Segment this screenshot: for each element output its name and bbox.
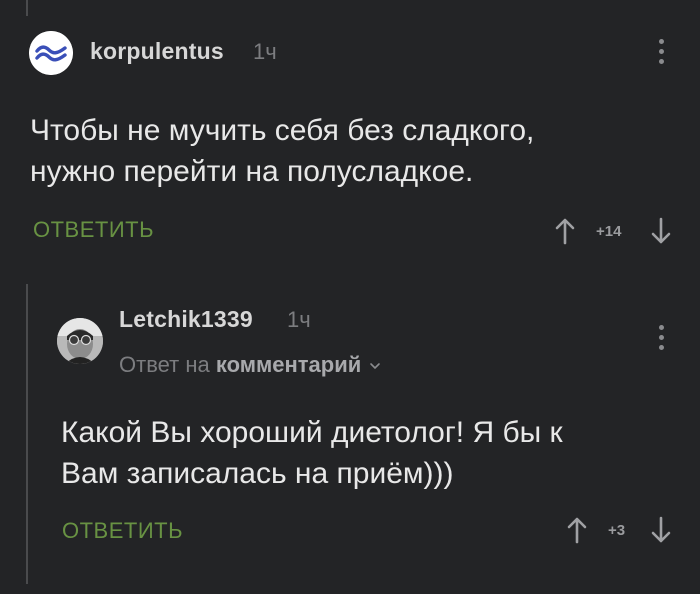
reply-to-target[interactable]: комментарий [216, 352, 361, 377]
reply-button[interactable]: ОТВЕТИТЬ [33, 217, 154, 243]
arrow-down-icon [651, 516, 671, 543]
chevron-down-icon[interactable] [369, 361, 381, 371]
thread-line-nested [26, 284, 28, 584]
comment-time: 1ч [253, 39, 277, 64]
vote-down-button[interactable] [649, 516, 673, 544]
username[interactable]: korpulentus [90, 38, 224, 65]
thread-line-top [26, 0, 28, 16]
comment-text-line: Вам записалась на приём))) [61, 457, 454, 490]
vote-up-button[interactable] [553, 217, 577, 245]
username[interactable]: Letchik1339 [119, 306, 253, 333]
comment-text-line: Чтобы не мучить себя без сладкого, [30, 114, 535, 147]
arrow-up-icon [555, 218, 575, 245]
kebab-menu-icon[interactable] [656, 39, 666, 69]
avatar[interactable] [57, 318, 103, 364]
rating: +3 [608, 522, 626, 539]
comment-text: Какой Вы хороший диетолог! Я бы к Вам за… [61, 412, 563, 494]
reply-to-prefix: Ответ на [119, 352, 210, 377]
comment-time: 1ч [287, 307, 311, 332]
kebab-menu-icon[interactable] [656, 325, 666, 355]
arrow-up-icon [567, 517, 587, 544]
reply-to-link[interactable]: Ответ на комментарий [119, 352, 381, 378]
arrow-down-icon [651, 217, 671, 244]
avatar-photo-icon [57, 318, 103, 364]
vote-up-button[interactable] [565, 516, 589, 544]
comment-text-line: нужно перейти на полусладкое. [30, 155, 474, 188]
reply-button[interactable]: ОТВЕТИТЬ [62, 518, 183, 544]
comment-text-line: Какой Вы хороший диетолог! Я бы к [61, 416, 563, 449]
avatar-wave-icon [29, 31, 73, 75]
rating: +14 [596, 223, 622, 240]
comment-text: Чтобы не мучить себя без сладкого, нужно… [30, 110, 534, 192]
avatar[interactable] [29, 31, 73, 75]
vote-down-button[interactable] [649, 217, 673, 245]
